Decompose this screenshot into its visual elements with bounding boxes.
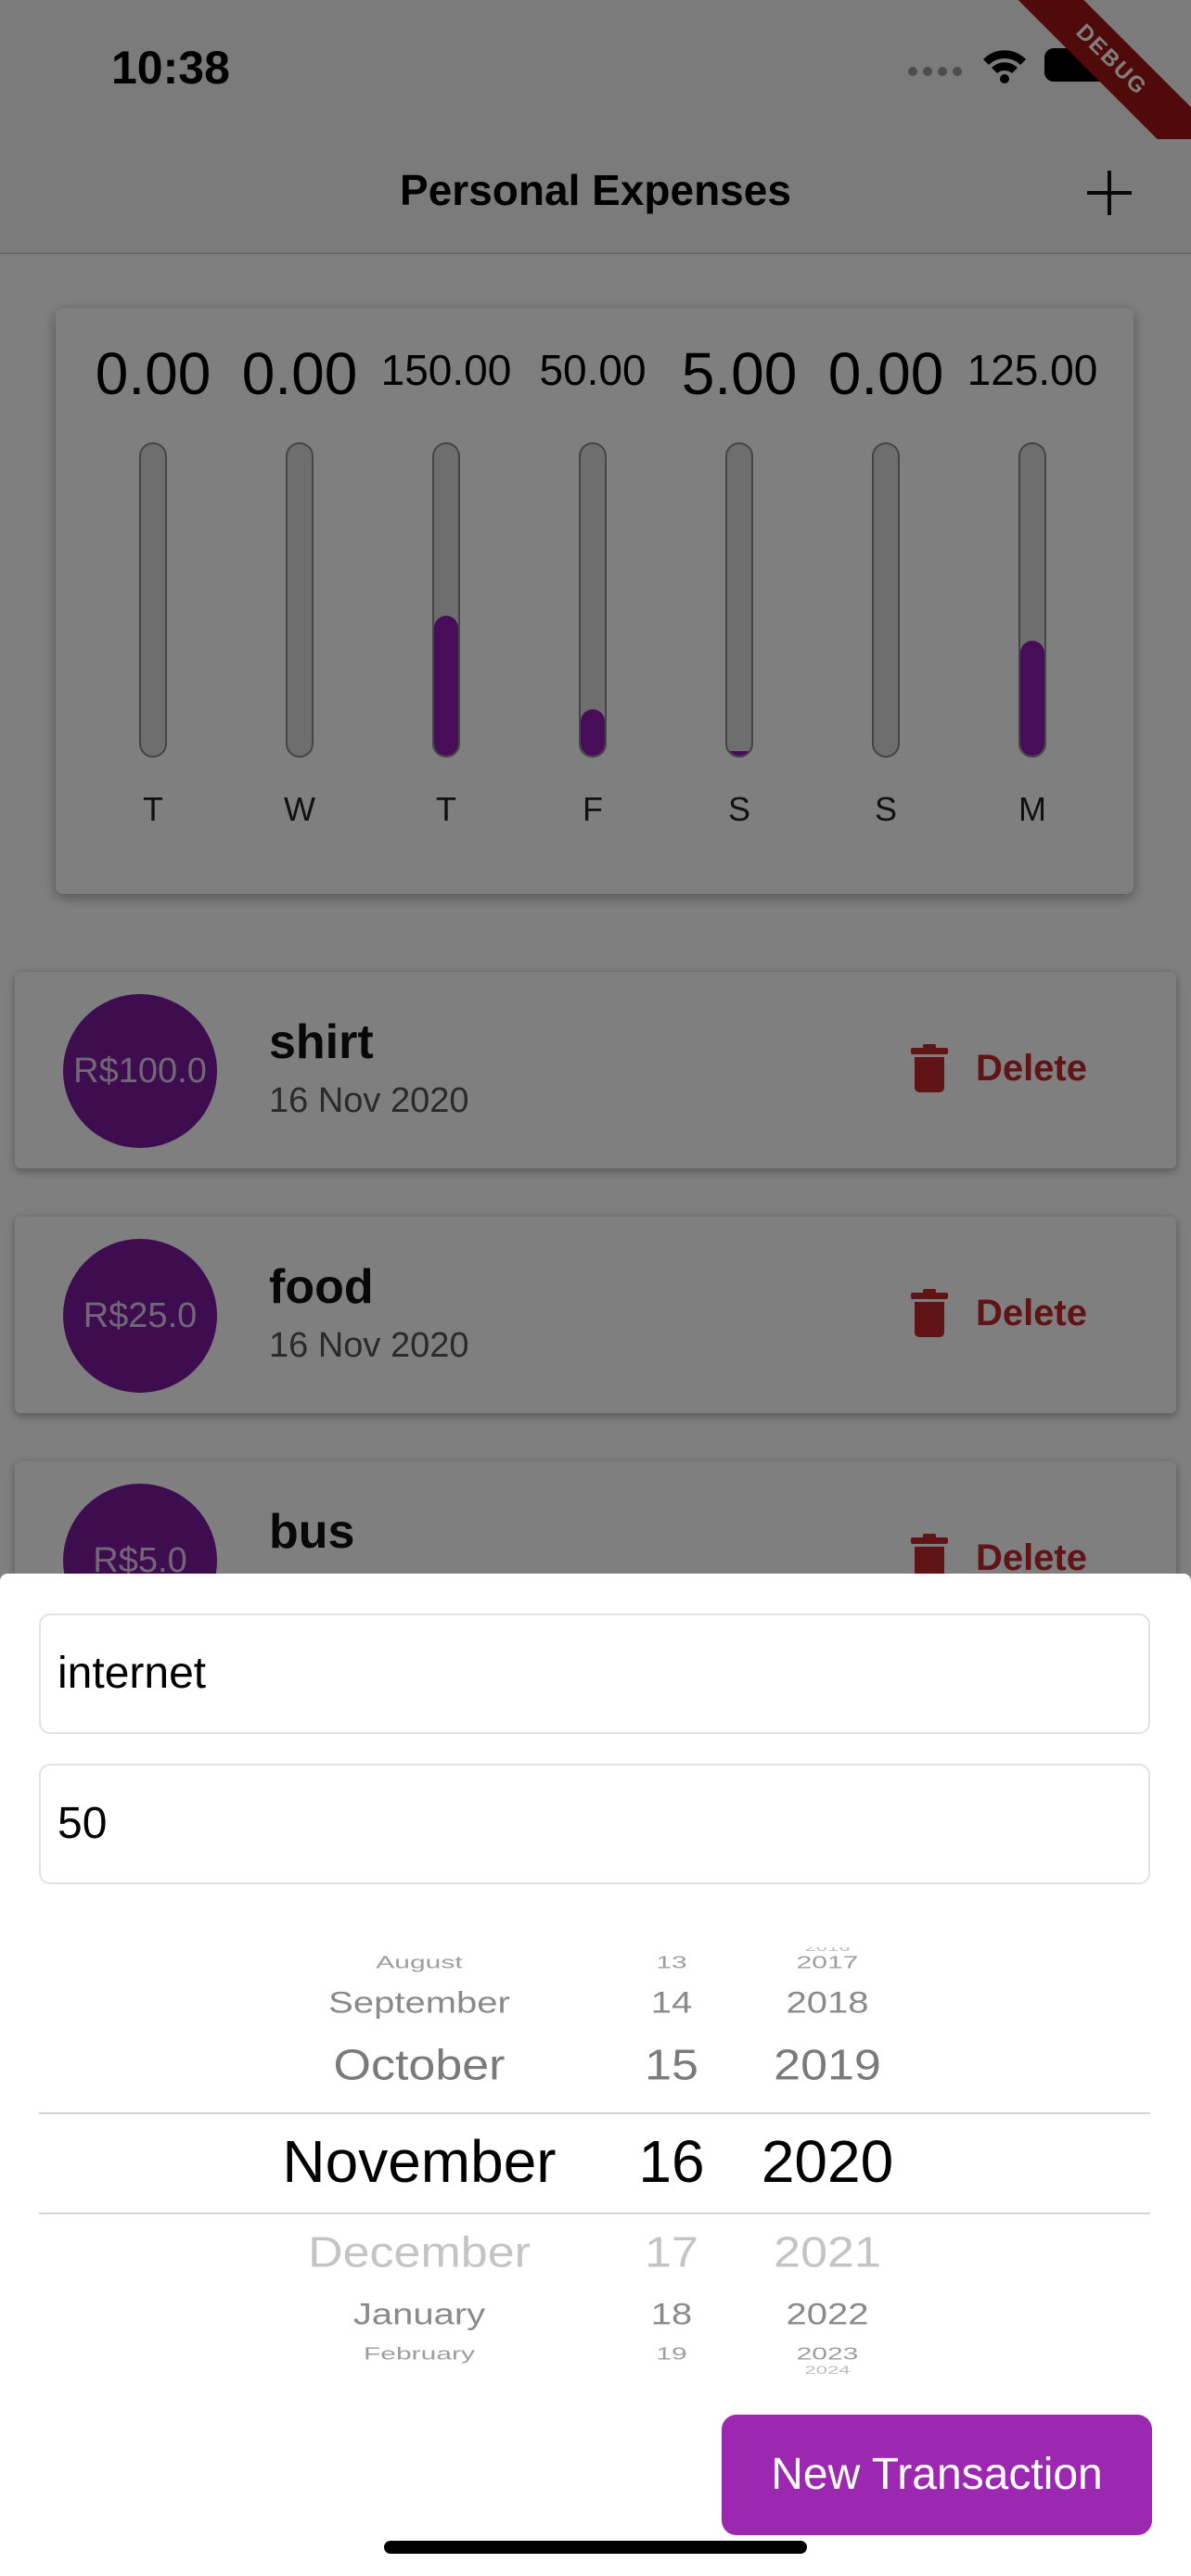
year-wheel-item[interactable]: 2021 bbox=[774, 2227, 881, 2277]
year-wheel-item[interactable]: 2019 bbox=[774, 2040, 881, 2090]
year-wheel-item[interactable]: 2020 bbox=[762, 2127, 893, 2196]
new-transaction-button[interactable]: New Transaction bbox=[722, 2415, 1152, 2535]
day-wheel-item[interactable]: 17 bbox=[645, 2227, 698, 2277]
day-wheel-item[interactable]: 18 bbox=[651, 2299, 693, 2332]
year-wheel-item[interactable]: 2017 bbox=[797, 1954, 859, 1972]
month-wheel-item[interactable]: December bbox=[308, 2227, 531, 2277]
day-wheel-item[interactable]: 15 bbox=[645, 2040, 698, 2090]
title-field[interactable]: internet bbox=[39, 1613, 1150, 1734]
picker-selection-bottom-line bbox=[39, 2213, 1150, 2214]
day-wheel-item[interactable]: 16 bbox=[638, 2127, 704, 2196]
picker-selection-top-line bbox=[39, 2112, 1150, 2114]
year-wheel-item[interactable]: 2018 bbox=[787, 1987, 869, 2021]
year-wheel-item[interactable]: 2023 bbox=[797, 2345, 859, 2364]
month-wheel-item[interactable]: August bbox=[376, 1954, 462, 1972]
month-wheel-item[interactable]: September bbox=[328, 1987, 510, 2021]
amount-field[interactable]: 50 bbox=[39, 1764, 1150, 1884]
day-wheel-item[interactable]: 13 bbox=[656, 1954, 686, 1972]
year-wheel-item[interactable]: 2022 bbox=[787, 2299, 869, 2332]
home-indicator bbox=[384, 2541, 807, 2554]
month-wheel-item[interactable]: January bbox=[353, 2299, 485, 2332]
month-wheel-item[interactable]: February bbox=[364, 2345, 475, 2364]
year-wheel-item[interactable]: 2024 bbox=[805, 2364, 851, 2374]
day-wheel-item[interactable]: 14 bbox=[651, 1987, 693, 2021]
month-wheel-item[interactable]: November bbox=[282, 2127, 556, 2196]
date-picker[interactable]: August September October November December Ja… bbox=[0, 1947, 1191, 2374]
month-wheel-item[interactable]: October bbox=[334, 2040, 506, 2090]
day-wheel-item[interactable]: 19 bbox=[656, 2345, 686, 2364]
